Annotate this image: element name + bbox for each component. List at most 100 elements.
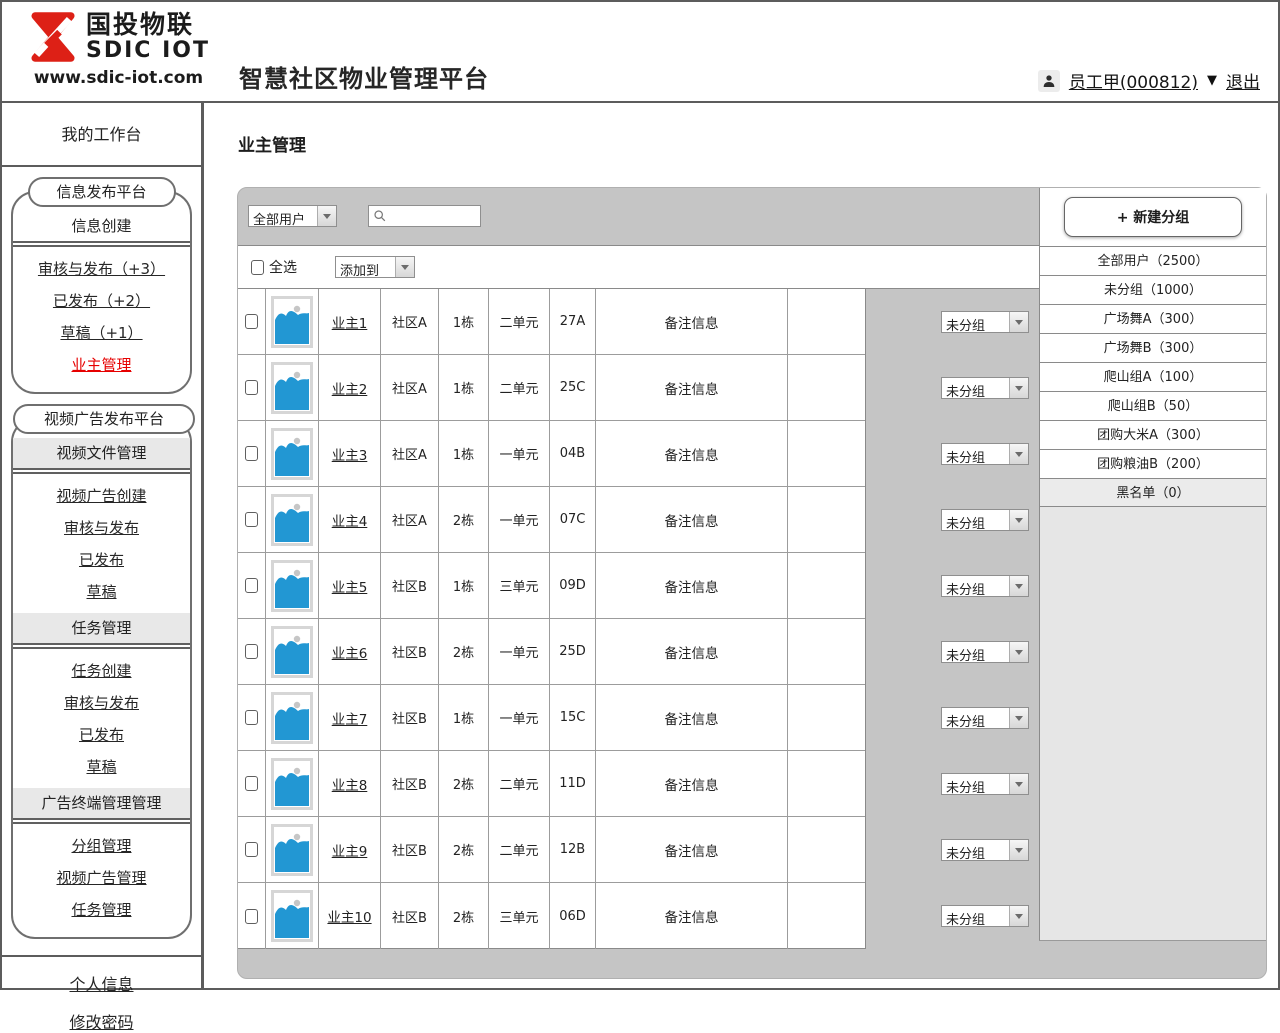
building-cell: 1栋 xyxy=(439,289,489,354)
sidebar-section-task-management[interactable]: 任务管理 xyxy=(13,613,190,643)
owner-photo-icon[interactable] xyxy=(271,494,313,546)
sidebar-workbench[interactable]: 我的工作台 xyxy=(2,103,201,167)
room-cell: 15C xyxy=(550,685,596,750)
sidebar-link-group-management[interactable]: 分组管理 xyxy=(13,835,190,856)
owner-name-link[interactable]: 业主5 xyxy=(332,576,368,596)
row-checkbox[interactable] xyxy=(245,644,258,659)
table-row: 业主4 社区A 2栋 一单元 07C 备注信息 xyxy=(238,487,865,553)
sidebar-link-task-management[interactable]: 任务管理 xyxy=(13,899,190,920)
group-item-rice-group-buy[interactable]: 团购大米A（300） xyxy=(1040,420,1266,449)
sidebar-link-video-review-publish[interactable]: 审核与发布 xyxy=(13,517,190,538)
building-cell: 1栋 xyxy=(439,553,489,618)
extra-cell xyxy=(788,883,865,949)
owner-name-link[interactable]: 业主10 xyxy=(327,906,371,926)
owner-name-link[interactable]: 业主2 xyxy=(332,378,368,398)
sidebar-link-review-publish[interactable]: 审核与发布（+3） xyxy=(13,258,190,279)
sidebar-divider xyxy=(2,955,201,957)
row-checkbox[interactable] xyxy=(245,776,258,791)
owner-photo-icon[interactable] xyxy=(271,560,313,612)
owner-photo-icon[interactable] xyxy=(271,758,313,810)
sidebar-link-task-review-publish[interactable]: 审核与发布 xyxy=(13,692,190,713)
logout-link[interactable]: 退出 xyxy=(1226,68,1260,93)
unit-cell: 二单元 xyxy=(489,355,550,420)
sidebar-link-owner-management[interactable]: 业主管理 xyxy=(13,354,190,375)
group-item-hiking-a[interactable]: 爬山组A（100） xyxy=(1040,362,1266,391)
community-cell: 社区A xyxy=(381,289,439,354)
sidebar-link-change-password[interactable]: 修改密码 xyxy=(2,1009,201,1033)
group-item-square-dance-a[interactable]: 广场舞A（300） xyxy=(1040,304,1266,333)
select-all-checkbox[interactable] xyxy=(251,260,264,275)
current-user-link[interactable]: 员工甲(000812) xyxy=(1069,68,1198,93)
row-group-select[interactable]: 未分组 xyxy=(941,443,1029,465)
group-item-ungrouped[interactable]: 未分组（1000） xyxy=(1040,275,1266,304)
row-group-select[interactable]: 未分组 xyxy=(941,905,1029,927)
search-input[interactable] xyxy=(389,209,480,224)
sidebar-section-video-files[interactable]: 视频文件管理 xyxy=(13,438,190,468)
group-item-square-dance-b[interactable]: 广场舞B（300） xyxy=(1040,333,1266,362)
chevron-down-icon xyxy=(1009,774,1028,794)
chevron-down-icon xyxy=(1009,642,1028,662)
group-item-grain-oil-group-buy[interactable]: 团购粮油B（200） xyxy=(1040,449,1266,478)
sidebar-link-task-draft[interactable]: 草稿 xyxy=(13,756,190,777)
sidebar-group-pill-info[interactable]: 信息发布平台 xyxy=(28,177,176,207)
row-group-select[interactable]: 未分组 xyxy=(941,707,1029,729)
row-group-select[interactable]: 未分组 xyxy=(941,377,1029,399)
new-group-zone: + 新建分组 xyxy=(1040,188,1266,246)
group-item-hiking-b[interactable]: 爬山组B（50） xyxy=(1040,391,1266,420)
row-checkbox[interactable] xyxy=(245,512,258,527)
room-cell: 04B xyxy=(550,421,596,486)
row-group-select[interactable]: 未分组 xyxy=(941,641,1029,663)
owner-name-link[interactable]: 业主7 xyxy=(332,708,368,728)
sidebar-link-video-draft[interactable]: 草稿 xyxy=(13,581,190,602)
search-box[interactable] xyxy=(368,205,481,227)
owner-name-link[interactable]: 业主9 xyxy=(332,840,368,860)
row-checkbox[interactable] xyxy=(245,380,258,395)
owner-name-link[interactable]: 业主8 xyxy=(332,774,368,794)
chevron-down-icon xyxy=(1009,840,1028,860)
user-dropdown-icon[interactable]: ▼ xyxy=(1207,73,1217,88)
owner-photo-icon[interactable] xyxy=(271,626,313,678)
table-row: 业主8 社区B 2栋 二单元 11D 备注信息 xyxy=(238,751,865,817)
owner-photo-icon[interactable] xyxy=(271,362,313,414)
row-checkbox[interactable] xyxy=(245,710,258,725)
group-item-blacklist[interactable]: 黑名单（0） xyxy=(1040,478,1266,507)
owner-photo-icon[interactable] xyxy=(271,890,313,942)
row-group-select[interactable]: 未分组 xyxy=(941,575,1029,597)
row-checkbox[interactable] xyxy=(245,909,258,924)
owner-name-link[interactable]: 业主3 xyxy=(332,444,368,464)
add-to-select[interactable]: 添加到 xyxy=(335,256,415,278)
note-cell: 备注信息 xyxy=(596,751,788,816)
sidebar-section-info-create[interactable]: 信息创建 xyxy=(13,211,190,241)
double-divider xyxy=(13,643,190,649)
sidebar-link-published[interactable]: 已发布（+2） xyxy=(13,290,190,311)
owner-photo-icon[interactable] xyxy=(271,296,313,348)
row-checkbox[interactable] xyxy=(245,314,258,329)
sidebar-link-video-published[interactable]: 已发布 xyxy=(13,549,190,570)
user-filter-select[interactable]: 全部用户 xyxy=(248,205,337,227)
row-group-select[interactable]: 未分组 xyxy=(941,839,1029,861)
new-group-button[interactable]: + 新建分组 xyxy=(1064,197,1242,237)
owner-name-link[interactable]: 业主6 xyxy=(332,642,368,662)
group-item-all-users[interactable]: 全部用户（2500） xyxy=(1040,246,1266,275)
sidebar-section-ad-terminal[interactable]: 广告终端管理管理 xyxy=(13,788,190,818)
owner-name-link[interactable]: 业主4 xyxy=(332,510,368,530)
sidebar-link-task-create[interactable]: 任务创建 xyxy=(13,660,190,681)
owner-photo-icon[interactable] xyxy=(271,428,313,480)
table-row: 业主6 社区B 2栋 一单元 25D 备注信息 xyxy=(238,619,865,685)
row-group-select[interactable]: 未分组 xyxy=(941,773,1029,795)
sidebar-link-personal-info[interactable]: 个人信息 xyxy=(2,971,201,995)
sidebar-link-video-ad-create[interactable]: 视频广告创建 xyxy=(13,485,190,506)
owner-name-link[interactable]: 业主1 xyxy=(332,312,368,332)
row-group-select[interactable]: 未分组 xyxy=(941,509,1029,531)
sidebar-link-task-published[interactable]: 已发布 xyxy=(13,724,190,745)
sidebar-link-video-ad-management[interactable]: 视频广告管理 xyxy=(13,867,190,888)
sidebar-group-pill-video[interactable]: 视频广告发布平台 xyxy=(13,404,195,434)
row-checkbox[interactable] xyxy=(245,446,258,461)
owner-photo-icon[interactable] xyxy=(271,824,313,876)
table-row: 业主3 社区A 1栋 一单元 04B 备注信息 xyxy=(238,421,865,487)
row-checkbox[interactable] xyxy=(245,578,258,593)
sidebar-link-draft[interactable]: 草稿（+1） xyxy=(13,322,190,343)
row-checkbox[interactable] xyxy=(245,842,258,857)
row-group-select[interactable]: 未分组 xyxy=(941,311,1029,333)
owner-photo-icon[interactable] xyxy=(271,692,313,744)
